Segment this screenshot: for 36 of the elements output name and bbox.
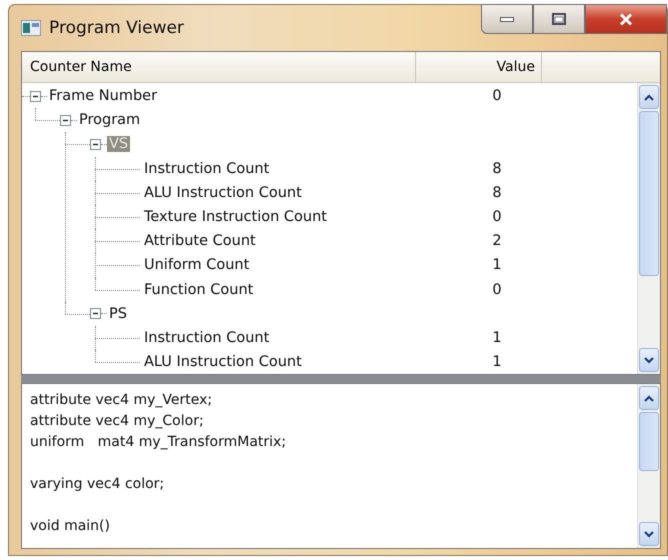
scroll-down-button[interactable] [639, 522, 659, 546]
value-text: 1 [492, 257, 502, 274]
scroll-thumb[interactable] [639, 111, 659, 276]
value-text: 0 [492, 209, 502, 226]
minimize-button[interactable] [481, 4, 533, 34]
scrollbar[interactable] [637, 384, 660, 548]
caret-down-icon [644, 356, 654, 364]
close-button[interactable] [585, 4, 667, 34]
window-icon [21, 20, 41, 36]
caret-up-icon [644, 394, 654, 402]
value-text: 8 [492, 160, 502, 177]
value-text: 2 [492, 233, 502, 250]
caret-up-icon [644, 94, 654, 100]
value-text: 8 [492, 184, 502, 201]
scroll-down-button[interactable] [639, 348, 659, 372]
scroll-thumb[interactable] [639, 412, 659, 472]
value-text: 0 [492, 282, 502, 298]
minus-box-icon[interactable] [60, 114, 71, 126]
value-text: 1 [492, 354, 502, 370]
value-text: 1 [492, 330, 502, 346]
value-text: 0 [492, 88, 502, 104]
maximize-icon [552, 13, 566, 25]
minus-box-icon[interactable] [90, 308, 101, 320]
column-header[interactable]: Value [416, 52, 542, 82]
maximize-button[interactable] [533, 4, 585, 34]
caret-down-icon [644, 530, 654, 538]
column-header[interactable]: Counter Name [22, 52, 416, 82]
window-title: Program Viewer [49, 18, 185, 38]
close-icon [619, 12, 633, 26]
source-code-text: attribute vec4 my_Vertex; attribute vec4 my_Color; uniform mat4 my_TransformMatrix; varying vec4 color; void main() [29, 391, 288, 536]
scroll-up-button[interactable] [639, 386, 659, 410]
minus-box-icon[interactable] [90, 138, 101, 150]
minimize-icon [500, 16, 514, 22]
minus-box-icon[interactable] [30, 90, 41, 102]
scrollbar[interactable] [637, 83, 660, 374]
scroll-up-button[interactable] [639, 85, 659, 109]
